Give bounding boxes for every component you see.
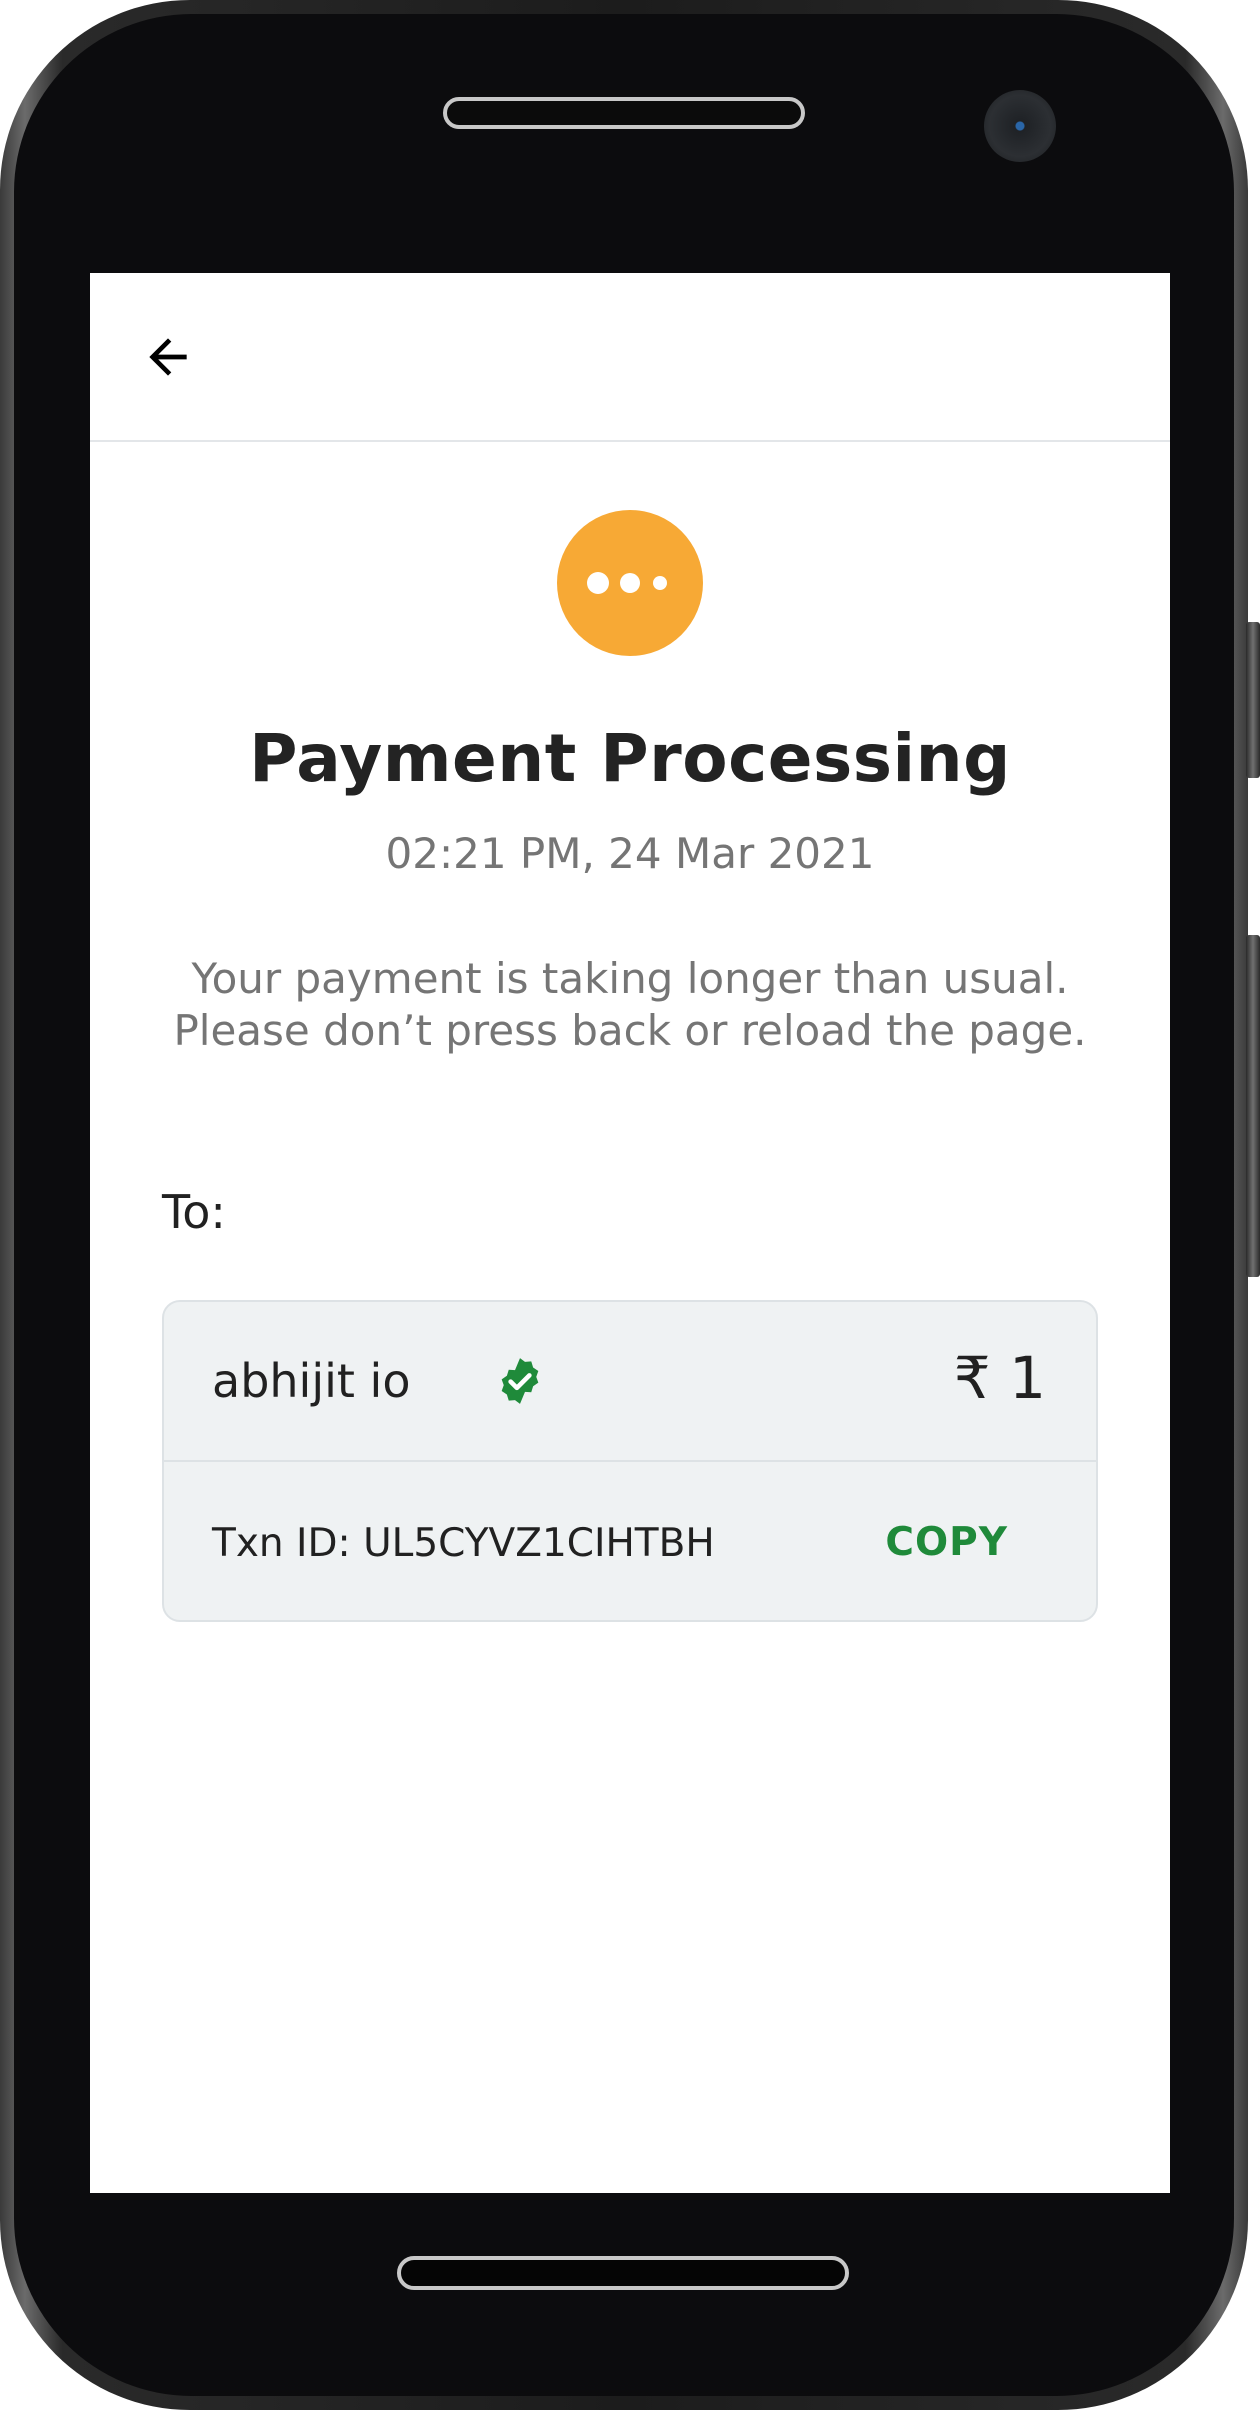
front-camera <box>984 90 1056 162</box>
payment-amount: ₹ 1 <box>953 1344 1046 1412</box>
transaction-id: Txn ID: UL5CYVZ1CIHTBH <box>212 1521 715 1566</box>
verified-badge-icon <box>501 1358 539 1404</box>
payee-row: abhijit io ₹ 1 <box>164 1302 1096 1462</box>
volume-button <box>1246 622 1260 778</box>
status-message-line-2: Please don’t press back or reload the pa… <box>173 1006 1087 1055</box>
payment-details-card: abhijit io ₹ 1 Txn ID: UL5CYVZ1CIHTBH CO… <box>162 1300 1098 1622</box>
pending-dots-icon <box>557 510 703 656</box>
status-message: Your payment is taking longer than usual… <box>90 953 1170 1057</box>
app-bar <box>90 273 1170 442</box>
page-title: Payment Processing <box>249 720 1011 797</box>
phone-frame: Payment Processing 02:21 PM, 24 Mar 2021… <box>0 0 1260 2415</box>
copy-button[interactable]: COPY <box>885 1520 1008 1565</box>
payment-timestamp: 02:21 PM, 24 Mar 2021 <box>385 829 875 878</box>
payee-name: abhijit io <box>212 1354 411 1408</box>
status-message-line-1: Your payment is taking longer than usual… <box>191 954 1069 1003</box>
power-button <box>1246 935 1260 1277</box>
arrow-left-icon <box>149 338 187 376</box>
app-screen: Payment Processing 02:21 PM, 24 Mar 2021… <box>90 273 1170 2193</box>
back-button[interactable] <box>136 325 200 389</box>
recipient-label: To: <box>162 1185 226 1239</box>
home-button <box>397 2256 849 2290</box>
earpiece-speaker <box>443 97 805 129</box>
